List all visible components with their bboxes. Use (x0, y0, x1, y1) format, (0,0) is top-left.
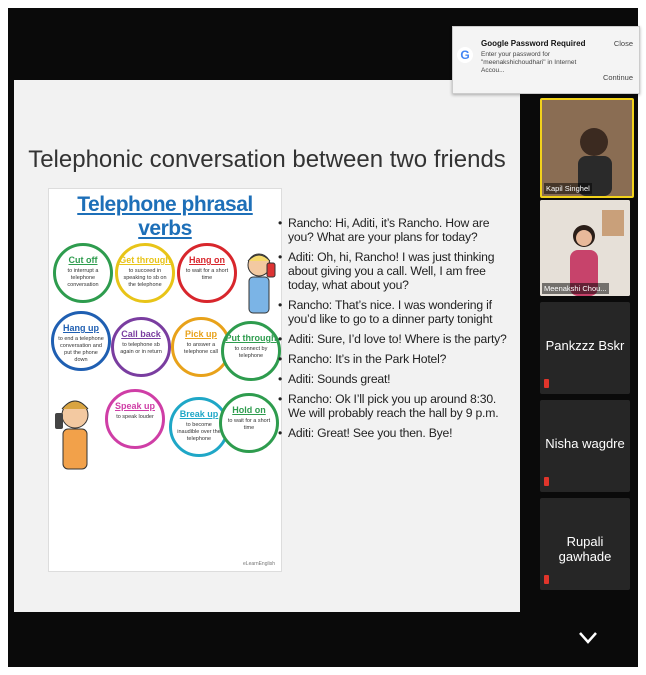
boy-on-phone-illustration (55, 400, 89, 470)
participant-name: Meenakshi Chou... (542, 283, 609, 294)
list-item: Rancho: Hi, Aditi, it’s Rancho. How are … (278, 216, 508, 244)
chevron-down-icon[interactable] (576, 628, 600, 648)
list-item: Aditi: Sure, I’d love to! Where is the p… (278, 332, 508, 346)
verb-circle: Put through to connect by telephone (221, 321, 281, 381)
google-icon: G (457, 47, 473, 63)
participant-tile[interactable]: Nisha wagdre (540, 400, 630, 492)
participant-name: Kapil Singhel (544, 183, 592, 194)
password-notification: G Google Password Required Enter your pa… (452, 26, 640, 94)
slide-title: Telephonic conversation between two frie… (28, 146, 506, 173)
mic-muted-icon (544, 379, 549, 388)
list-item: Aditi: Oh, hi, Rancho! I was just thinki… (278, 250, 508, 292)
verb-circle: Cut off to interrupt a telephone conversa… (53, 243, 113, 303)
verb-circle: Get through to succeed in speaking to sb … (115, 243, 175, 303)
shared-slide: Telephonic conversation between two frie… (14, 80, 520, 612)
notification-title: Google Password Required (481, 39, 586, 48)
mic-muted-icon (544, 575, 549, 584)
man-on-phone-illustration (247, 253, 276, 314)
participant-tile-video[interactable]: Meenakshi Chou... (540, 200, 630, 296)
continue-button[interactable]: Continue (603, 73, 633, 82)
participant-video-icon (542, 100, 632, 196)
phrasal-verbs-infographic: Telephone phrasal verbs Cut off to interr… (48, 188, 282, 572)
infographic-credit: eLearnEnglish (243, 561, 275, 567)
mic-muted-icon (544, 477, 549, 486)
participant-name: Nisha wagdre (545, 436, 625, 451)
verb-circle: Call back to telephone sb again or in ret… (111, 317, 171, 377)
infographic-title: Telephone phrasal verbs (77, 193, 253, 240)
participant-video-icon (540, 200, 630, 296)
list-item: Rancho: It’s in the Park Hotel? (278, 352, 508, 366)
verb-circle: Speak up to speak louder (105, 389, 165, 449)
close-button[interactable]: Close (614, 39, 633, 48)
participant-tile[interactable]: Rupali gawhade (540, 498, 630, 590)
conversation-list: Rancho: Hi, Aditi, it’s Rancho. How are … (278, 216, 508, 446)
verb-circle: Hang up to end a telephone conversation a… (51, 311, 111, 371)
list-item: Rancho: Ok I’ll pick you up around 8:30.… (278, 392, 508, 420)
list-item: Aditi: Great! See you then. Bye! (278, 426, 508, 440)
participant-name: Rupali gawhade (558, 534, 612, 564)
participant-tile-video[interactable]: Kapil Singhel (540, 98, 634, 198)
participant-name: Pankzzz Bskr (545, 338, 625, 353)
verb-circle: Hang on to wait for a short time (177, 243, 237, 303)
list-item: Aditi: Sounds great! (278, 372, 508, 386)
verb-circle: Hold on to wait for a short time (219, 393, 279, 453)
notification-body: Enter your password for "meenakshichoudh… (481, 51, 577, 74)
list-item: Rancho: That’s nice. I was wondering if … (278, 298, 508, 326)
participant-tile[interactable]: Pankzzz Bskr (540, 302, 630, 394)
